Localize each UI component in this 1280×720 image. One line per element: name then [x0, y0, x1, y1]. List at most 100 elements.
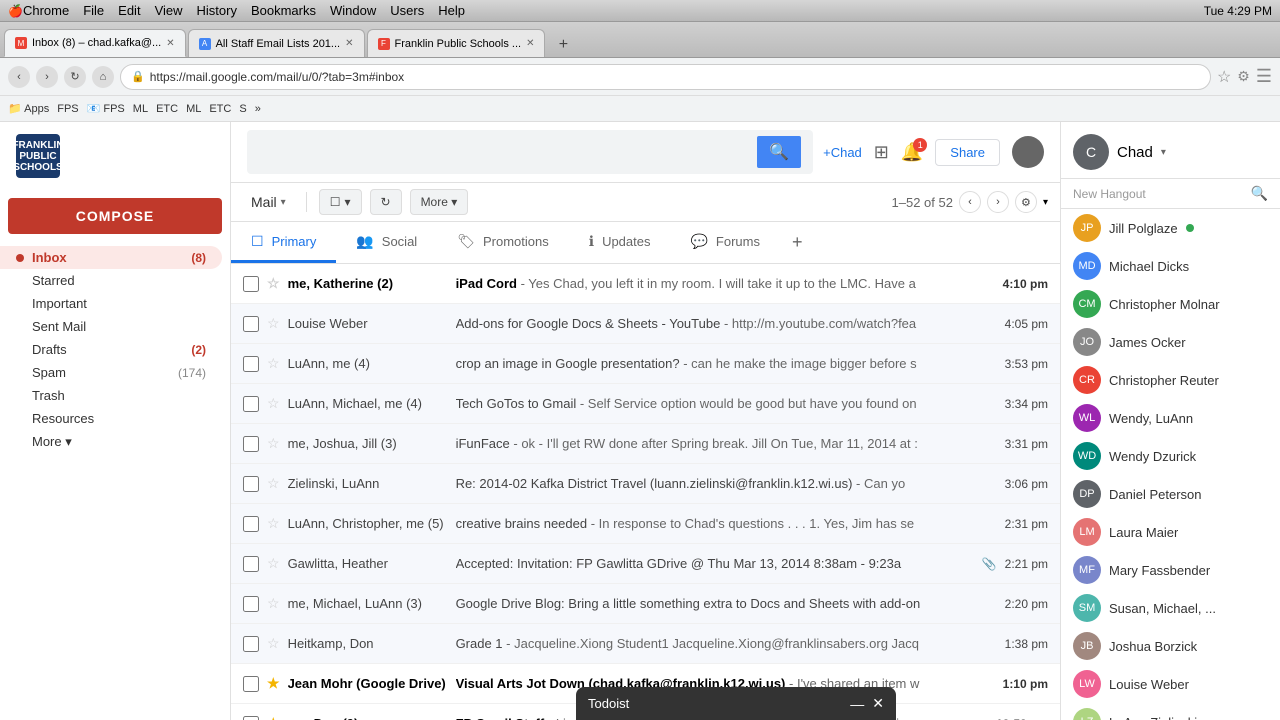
star-icon[interactable]: ☆: [1217, 67, 1231, 87]
new-hangout-input[interactable]: New Hangout: [1073, 187, 1245, 201]
mail-label-dropdown[interactable]: Mail ▾: [243, 190, 294, 214]
bookmark-fps[interactable]: FPS: [57, 103, 78, 115]
help-menu[interactable]: Help: [438, 3, 465, 18]
apps-grid-icon[interactable]: ⊞: [874, 142, 889, 163]
sidebar-item-starred[interactable]: Starred: [0, 269, 222, 292]
star-icon[interactable]: ☆: [267, 275, 280, 292]
add-tab-button[interactable]: +: [780, 222, 815, 263]
bookmark-etc2[interactable]: ETC: [209, 103, 231, 115]
add-chad-button[interactable]: +Chad: [823, 145, 862, 160]
next-page-button[interactable]: ›: [987, 191, 1009, 213]
email-checkbox[interactable]: [243, 716, 259, 720]
contact-item[interactable]: JB Joshua Borzick: [1061, 627, 1280, 665]
search-button[interactable]: 🔍: [757, 136, 801, 168]
sidebar-item-more[interactable]: More ▾: [0, 430, 222, 454]
chrome-tools-icon[interactable]: ⚙: [1237, 68, 1250, 85]
contact-item[interactable]: LM Laura Maier: [1061, 513, 1280, 551]
refresh-button[interactable]: ↻: [370, 189, 402, 215]
email-checkbox[interactable]: [243, 356, 259, 372]
bookmark-fps2[interactable]: 📧 FPS: [87, 102, 125, 115]
sidebar-item-important[interactable]: Important: [0, 292, 222, 315]
email-row[interactable]: ☆ Heitkamp, Don Grade 1 - Jacqueline.Xio…: [231, 624, 1060, 664]
email-checkbox[interactable]: [243, 596, 259, 612]
star-icon[interactable]: ☆: [267, 395, 280, 412]
sidebar-item-resources[interactable]: Resources: [0, 407, 222, 430]
star-icon[interactable]: ☆: [267, 515, 280, 532]
email-checkbox[interactable]: [243, 436, 259, 452]
bookmark-ml[interactable]: ML: [133, 103, 148, 115]
contact-item[interactable]: WD Wendy Dzurick: [1061, 437, 1280, 475]
contact-item[interactable]: DP Daniel Peterson: [1061, 475, 1280, 513]
email-row[interactable]: ☆ me, Michael, LuAnn (3) Google Drive Bl…: [231, 584, 1060, 624]
todoist-minimize-button[interactable]: —: [850, 695, 864, 712]
chrome-menu-icon[interactable]: ☰: [1256, 66, 1272, 87]
email-row[interactable]: ☆ me, Joshua, Jill (3) iFunFace - ok - I…: [231, 424, 1060, 464]
contact-item[interactable]: MF Mary Fassbender: [1061, 551, 1280, 589]
share-button[interactable]: Share: [935, 139, 1000, 166]
bookmark-apps[interactable]: 📁 Apps: [8, 102, 49, 115]
sidebar-item-spam[interactable]: Spam (174): [0, 361, 222, 384]
chad-dropdown-arrow[interactable]: ▾: [1161, 147, 1166, 158]
contact-item[interactable]: LW Louise Weber: [1061, 665, 1280, 703]
url-bar[interactable]: 🔒 https://mail.google.com/mail/u/0/?tab=…: [120, 64, 1211, 90]
bookmark-etc[interactable]: ETC: [156, 103, 178, 115]
hangout-search-icon[interactable]: 🔍: [1251, 185, 1268, 202]
contact-item[interactable]: MD Michael Dicks: [1061, 247, 1280, 285]
user-avatar[interactable]: [1012, 136, 1044, 168]
star-icon[interactable]: ☆: [267, 355, 280, 372]
reload-button[interactable]: ↻: [64, 66, 86, 88]
tab-primary[interactable]: ☐ Primary: [231, 222, 336, 263]
window-menu[interactable]: Window: [330, 3, 376, 18]
chrome-menu[interactable]: Chrome: [23, 3, 69, 18]
bookmark-s[interactable]: S: [239, 103, 246, 115]
contact-item[interactable]: SM Susan, Michael, ...: [1061, 589, 1280, 627]
sidebar-item-inbox[interactable]: Inbox (8): [0, 246, 222, 269]
star-icon[interactable]: ☆: [267, 595, 280, 612]
compose-button[interactable]: COMPOSE: [8, 198, 222, 234]
star-icon[interactable]: ☆: [267, 435, 280, 452]
tab-staff-close[interactable]: ✕: [345, 38, 353, 49]
history-menu[interactable]: History: [197, 3, 237, 18]
tab-forums[interactable]: 💬 Forums: [670, 222, 780, 263]
tab-inbox-close[interactable]: ✕: [166, 38, 174, 49]
contact-item[interactable]: JP Jill Polglaze: [1061, 209, 1280, 247]
bookmark-more[interactable]: »: [255, 103, 261, 115]
email-checkbox[interactable]: [243, 476, 259, 492]
contact-item[interactable]: WL Wendy, LuAnn: [1061, 399, 1280, 437]
edit-menu[interactable]: Edit: [118, 3, 140, 18]
email-row[interactable]: ☆ Louise Weber Add-ons for Google Docs &…: [231, 304, 1060, 344]
tab-inbox[interactable]: M Inbox (8) – chad.kafka@... ✕: [4, 29, 186, 57]
email-checkbox[interactable]: [243, 316, 259, 332]
settings-dropdown-icon[interactable]: ▾: [1043, 197, 1048, 208]
contact-item[interactable]: CM Christopher Molnar: [1061, 285, 1280, 323]
file-menu[interactable]: File: [83, 3, 104, 18]
email-row[interactable]: ☆ Gawlitta, Heather Accepted: Invitation…: [231, 544, 1060, 584]
users-menu[interactable]: Users: [390, 3, 424, 18]
apple-menu[interactable]: 🍎: [8, 4, 23, 18]
star-icon[interactable]: ☆: [267, 475, 280, 492]
todoist-close-button[interactable]: ✕: [872, 695, 884, 712]
tab-staff-email[interactable]: A All Staff Email Lists 201... ✕: [188, 29, 365, 57]
email-row[interactable]: ☆ LuAnn, Christopher, me (5) creative br…: [231, 504, 1060, 544]
star-icon[interactable]: ☆: [267, 635, 280, 652]
bookmarks-menu[interactable]: Bookmarks: [251, 3, 316, 18]
back-button[interactable]: ‹: [8, 66, 30, 88]
email-checkbox[interactable]: [243, 676, 259, 692]
more-actions-button[interactable]: More ▾: [410, 189, 469, 215]
star-icon[interactable]: ☆: [267, 315, 280, 332]
bookmark-ml2[interactable]: ML: [186, 103, 201, 115]
email-row[interactable]: ☆ me, Katherine (2) iPad Cord - Yes Chad…: [231, 264, 1060, 304]
email-checkbox[interactable]: [243, 556, 259, 572]
settings-button[interactable]: ⚙: [1015, 191, 1037, 213]
contact-item[interactable]: CR Christopher Reuter: [1061, 361, 1280, 399]
prev-page-button[interactable]: ‹: [959, 191, 981, 213]
email-row[interactable]: ☆ Zielinski, LuAnn Re: 2014-02 Kafka Dis…: [231, 464, 1060, 504]
email-checkbox[interactable]: [243, 276, 259, 292]
tab-franklin-close[interactable]: ✕: [526, 38, 534, 49]
email-checkbox[interactable]: [243, 396, 259, 412]
star-icon[interactable]: ★: [267, 715, 280, 720]
email-checkbox[interactable]: [243, 516, 259, 532]
contact-item[interactable]: JO James Ocker: [1061, 323, 1280, 361]
home-button[interactable]: ⌂: [92, 66, 114, 88]
email-checkbox[interactable]: [243, 636, 259, 652]
